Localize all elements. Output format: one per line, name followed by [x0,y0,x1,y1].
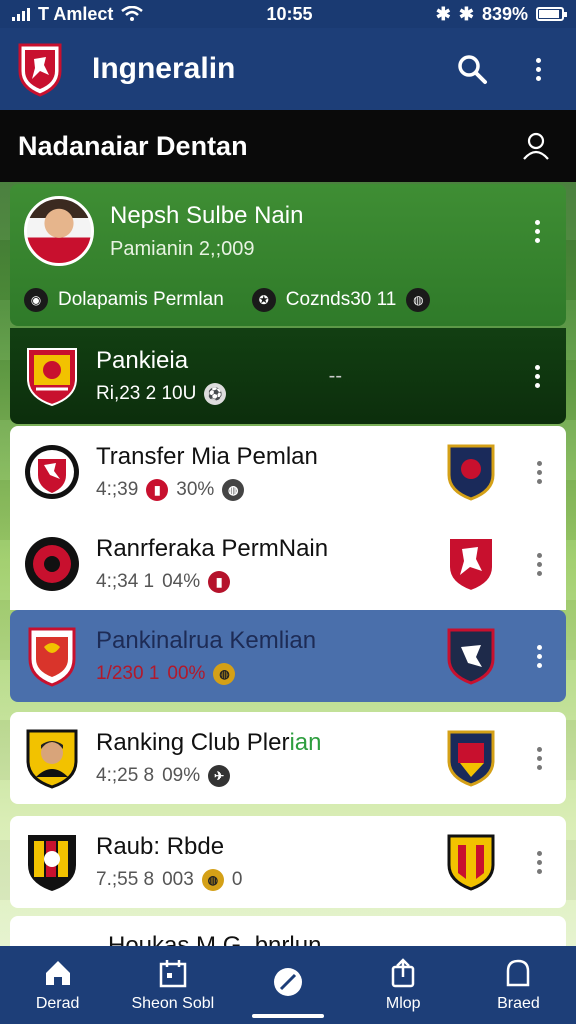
club-crest-icon [28,835,76,891]
ball-icon: ◍ [406,288,431,312]
featured-player-card[interactable]: Nepsh Sulbe Nain Pamianin 2,;009 ◉ Dolap… [10,184,566,326]
opponent-crest-icon [447,444,495,501]
battery-percent: 839% [481,3,528,24]
item-more-button[interactable] [526,636,552,676]
featured-left-stat: Dolapamis Permlan [58,289,224,310]
item-pct: 00% [167,663,206,684]
item-pct: 09% [162,765,201,786]
nav-label: Derad [35,995,80,1012]
item-stat: 4:;34 1 [96,571,155,592]
clock: 10:55 [266,3,313,24]
ball-icon: ◍ [222,479,245,501]
medal-icon: ◉ [24,288,48,312]
item-more-button[interactable] [526,452,552,492]
item-pct: 04% [162,571,201,592]
list-item[interactable]: Ranrferaka PermNain 4:;34 1 04% ▮ [10,518,566,610]
list-item[interactable]: Ranking Club Plerian 4:;25 8 09% ✈ [10,712,566,804]
item-name: Transfer Mia Pemlan [96,443,318,470]
opponent-crest-icon [447,730,495,787]
club-crest-icon [25,537,79,591]
whistle-icon: ✈ [208,765,231,787]
featured-subtitle: Pamianin 2,;009 [110,237,255,260]
profile-icon [507,959,530,987]
nav-match[interactable] [230,946,345,1024]
app-title: Ingneralin [92,52,236,85]
item-name-accent: ian [289,729,322,756]
bluetooth-icon: ✱ [435,3,451,24]
nav-home[interactable]: Derad [0,946,115,1024]
section-header: Nadanaiar Dentan [0,110,576,182]
item-name: Ranking Club Pler [96,729,290,756]
nav-schedule[interactable]: Sheon Sobl [115,946,230,1024]
search-button[interactable] [450,47,494,91]
carrier-label: T Amlect [38,3,114,24]
nav-label: Braed [497,995,540,1012]
user-icon [523,132,549,160]
share-icon [391,958,415,988]
badge-icon: ✪ [251,288,276,312]
ball-icon: ◍ [213,663,236,685]
player-avatar [24,196,94,266]
featured-name: Nepsh Sulbe Nain [110,201,304,229]
list-item[interactable]: Transfer Mia Pemlan 4:;39 ▮ 30% ◍ [10,426,566,518]
profile-button[interactable] [514,124,558,168]
item-pct: 30% [176,479,215,500]
home-icon [45,961,70,985]
bluetooth-icon-2: ✱ [458,3,474,24]
opponent-crest-icon [448,537,494,593]
list-item[interactable]: Raub: Rbde 7.;55 8 003 ◍ 0 [10,816,566,908]
item-stat: 4:;25 8 [96,765,155,786]
player-avatar-icon [26,729,78,789]
club-name: Pankieia [96,347,189,374]
item-name: Raub: Rbde [96,833,225,860]
signal-icon [12,7,30,21]
overflow-menu-button[interactable] [516,47,560,91]
item-pct: 003 [162,869,194,890]
club-card[interactable]: Pankieia Ri,23 2 10U ⚽ -- [10,328,566,424]
item-more-button[interactable] [526,738,552,778]
nav-label: Sheon Sobl [131,995,215,1012]
flag-icon: ▮ [146,479,169,501]
item-extra: 0 [231,869,243,890]
item-stat: 7.;55 8 [96,869,155,890]
club-crest-icon [27,348,77,407]
ball-icon: ◍ [201,869,224,891]
item-stat: 4:;39 [96,479,139,500]
app-bar: Ingneralin [0,28,576,110]
featured-right-stat: Coznds30 11 [285,289,397,310]
club-crest-icon [28,627,76,687]
dash-separator: -- [328,364,342,387]
item-name: Ranrferaka PermNain [96,535,329,562]
wifi-icon [121,6,144,21]
club-more-button[interactable] [522,356,552,396]
bottom-navigation: Derad Sheon Sobl Mlop Braed [0,946,576,1024]
club-stat: Ri,23 2 10U [96,383,197,404]
nav-profile[interactable]: Braed [461,946,576,1024]
list-item-selected[interactable]: Pankinalrua Kemlian 1/230 1 00% ◍ [10,610,566,702]
flag-icon: ▮ [208,571,231,593]
club-logo-icon[interactable] [16,41,64,97]
ball-icon: ⚽ [204,383,227,405]
item-more-button[interactable] [526,544,552,584]
status-bar: T Amlect 10:55 ✱ ✱ 839% [0,0,576,28]
club-crest-icon [25,445,79,499]
nav-map[interactable]: Mlop [346,946,461,1024]
search-icon [458,55,487,84]
item-more-button[interactable] [526,842,552,882]
featured-more-button[interactable] [522,211,552,251]
ball-icon [274,968,302,996]
nav-label: Mlop [385,995,421,1012]
battery-icon [535,7,567,21]
item-stat: 1/230 1 [96,663,160,684]
opponent-crest-icon [447,628,495,685]
opponent-crest-icon [447,834,495,891]
calendar-icon [159,960,187,988]
item-name: Pankinalrua Kemlian [96,627,317,654]
section-title: Nadanaiar Dentan [18,130,248,161]
